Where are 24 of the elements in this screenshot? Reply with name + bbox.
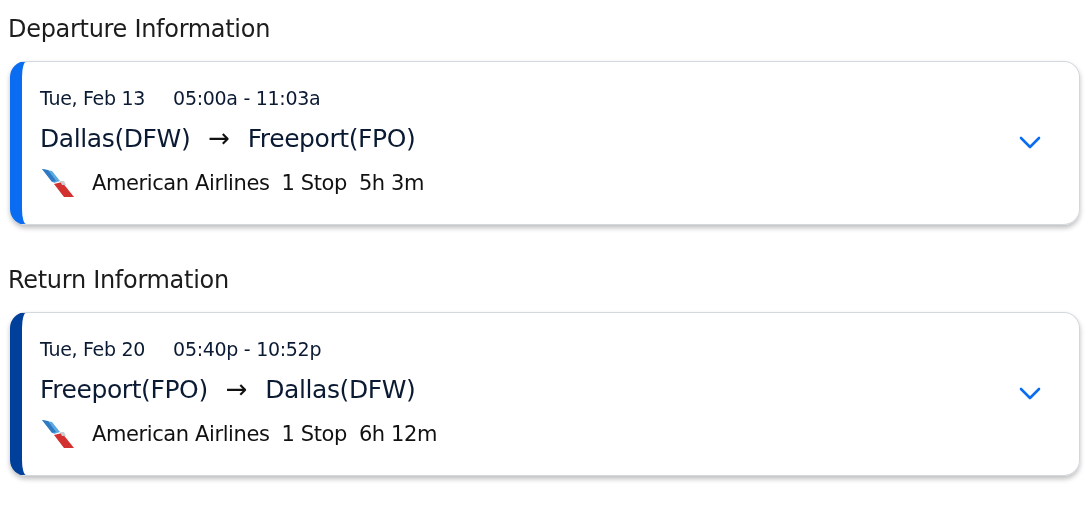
airline-logo-icon — [40, 167, 76, 199]
flight-duration: 5h 3m — [358, 171, 425, 195]
flight-card[interactable]: Tue, Feb 20 05:40p - 10:52p Freeport(FPO) → Dallas(DFW) American Airlines 1 Stop 6h 12m — [10, 312, 1080, 476]
destination-city: Freeport(FPO) — [247, 123, 416, 153]
stops-count: 1 Stop — [281, 422, 347, 446]
flight-card[interactable]: Tue, Feb 13 05:00a - 11:03a Dallas(DFW) → Freeport(FPO) American Airlines 1 Stop 5h 3m — [10, 61, 1080, 225]
destination-city: Dallas(DFW) — [265, 374, 416, 404]
flight-duration: 6h 12m — [358, 422, 437, 446]
stops-count: 1 Stop — [281, 171, 347, 195]
chevron-down-icon — [1019, 136, 1041, 150]
section-heading: Return Information — [8, 265, 230, 296]
flight-date: Tue, Feb 20 — [40, 338, 146, 360]
origin-city: Freeport(FPO) — [40, 374, 208, 404]
flight-time: 05:00a - 11:03a — [173, 87, 321, 109]
flight-time: 05:40p - 10:52p — [173, 338, 322, 360]
airline-name: American Airlines — [92, 422, 270, 446]
section-heading: Departure Information — [8, 14, 272, 45]
airline-logo-icon — [40, 418, 76, 450]
origin-city: Dallas(DFW) — [40, 123, 191, 153]
arrow-icon: → — [225, 374, 248, 404]
arrow-icon: → — [208, 123, 230, 153]
flight-date: Tue, Feb 13 — [40, 87, 146, 109]
airline-name: American Airlines — [92, 171, 270, 195]
chevron-down-icon — [1019, 387, 1041, 401]
